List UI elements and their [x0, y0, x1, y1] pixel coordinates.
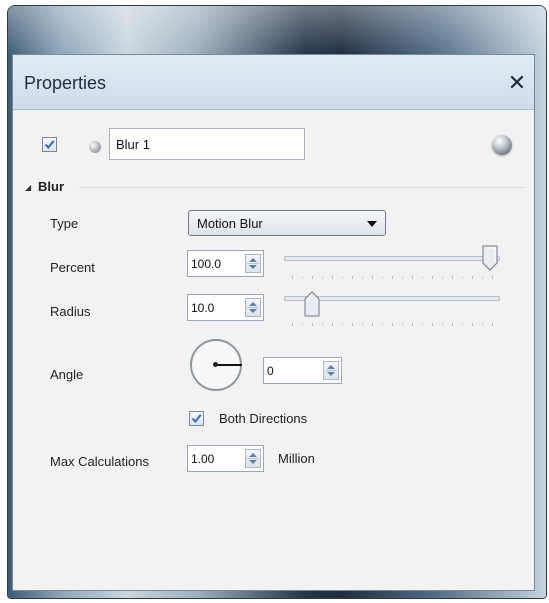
- triangle-expanded-icon[interactable]: ◢: [25, 183, 31, 192]
- slider-tick: [332, 276, 333, 279]
- slider-tick: [292, 276, 293, 279]
- type-label: Type: [50, 216, 79, 231]
- section-title[interactable]: Blur: [38, 179, 64, 194]
- checkmark-icon: [191, 414, 202, 424]
- slider-tick: [482, 323, 483, 326]
- slider-tick: [332, 323, 333, 326]
- spin-down-icon[interactable]: [249, 309, 257, 313]
- properties-panel: Properties ✕ Blur 1 ◢ Blur Type Motion B…: [12, 54, 535, 591]
- slider-tick: [402, 276, 403, 279]
- max-calculations-spinner[interactable]: [245, 449, 261, 468]
- slider-tick: [392, 276, 393, 279]
- percent-input[interactable]: 100.0: [187, 250, 264, 277]
- spinner-divider: [325, 370, 337, 371]
- slider-tick: [492, 276, 493, 279]
- slider-tick: [342, 323, 343, 326]
- slider-tick: [452, 276, 453, 279]
- spin-down-icon[interactable]: [249, 265, 257, 269]
- slider-tick: [452, 323, 453, 326]
- radius-input[interactable]: 10.0: [187, 294, 264, 321]
- slider-tick: [362, 323, 363, 326]
- slider-tick: [362, 276, 363, 279]
- radius-slider-thumb[interactable]: [304, 291, 320, 317]
- sphere-icon: [89, 141, 101, 153]
- panel-title: Properties: [24, 73, 107, 93]
- slider-tick: [392, 323, 393, 326]
- slider-tick: [422, 276, 423, 279]
- angle-dial-center: [213, 362, 218, 367]
- percent-slider-thumb[interactable]: [482, 245, 498, 271]
- max-calculations-label: Max Calculations: [50, 454, 149, 469]
- type-dropdown[interactable]: Motion Blur: [188, 210, 386, 236]
- radius-slider-ticks: [292, 323, 493, 327]
- percent-slider-track[interactable]: [284, 256, 500, 261]
- dropdown-arrow-icon: [367, 221, 377, 227]
- radius-spinner[interactable]: [245, 298, 261, 317]
- spinner-divider: [247, 263, 259, 264]
- slider-tick: [382, 323, 383, 326]
- slider-tick: [462, 323, 463, 326]
- angle-dial-hand: [216, 364, 242, 366]
- slider-tick: [292, 323, 293, 326]
- angle-spinner[interactable]: [323, 361, 339, 380]
- slider-tick: [442, 276, 443, 279]
- panel-titlebar: Properties ✕: [13, 55, 534, 110]
- angle-label: Angle: [50, 367, 84, 382]
- slider-tick: [312, 323, 313, 326]
- radius-label: Radius: [50, 304, 91, 319]
- slider-tick: [412, 323, 413, 326]
- slider-tick: [412, 276, 413, 279]
- slider-tick: [302, 323, 303, 326]
- slider-tick: [322, 323, 323, 326]
- both-directions-checkbox[interactable]: [189, 411, 204, 426]
- type-value: Motion Blur: [197, 216, 263, 231]
- slider-tick: [442, 323, 443, 326]
- angle-value: 0: [267, 364, 274, 378]
- percent-slider-ticks: [292, 276, 493, 280]
- slider-tick: [492, 323, 493, 326]
- slider-tick: [302, 276, 303, 279]
- angle-dial[interactable]: [190, 339, 242, 391]
- section-divider: [79, 187, 526, 188]
- slider-tick: [372, 276, 373, 279]
- layer-enabled-checkbox[interactable]: [42, 137, 57, 152]
- slider-tick: [342, 276, 343, 279]
- slider-tick: [422, 323, 423, 326]
- spinner-divider: [247, 307, 259, 308]
- radius-value: 10.0: [191, 301, 215, 315]
- slider-tick: [402, 323, 403, 326]
- sphere-icon[interactable]: [492, 135, 512, 155]
- layer-name-input[interactable]: Blur 1: [109, 128, 305, 160]
- percent-label: Percent: [50, 260, 95, 275]
- spin-down-icon[interactable]: [249, 460, 257, 464]
- slider-tick: [372, 323, 373, 326]
- slider-tick: [482, 276, 483, 279]
- spin-down-icon[interactable]: [327, 372, 335, 376]
- spin-up-icon[interactable]: [249, 302, 257, 306]
- max-calculations-value: 1.00: [191, 452, 215, 466]
- slider-tick: [312, 276, 313, 279]
- slider-tick: [352, 323, 353, 326]
- both-directions-label[interactable]: Both Directions: [219, 411, 307, 426]
- checkmark-icon: [44, 140, 55, 150]
- slider-tick: [472, 323, 473, 326]
- close-icon[interactable]: ✕: [506, 72, 528, 94]
- layer-name-value: Blur 1: [116, 137, 150, 152]
- max-calculations-unit: Million: [278, 451, 315, 466]
- slider-tick: [432, 276, 433, 279]
- spinner-divider: [247, 458, 259, 459]
- slider-tick: [352, 276, 353, 279]
- spin-up-icon[interactable]: [249, 258, 257, 262]
- slider-tick: [432, 323, 433, 326]
- slider-tick: [462, 276, 463, 279]
- slider-tick: [472, 276, 473, 279]
- slider-tick: [322, 276, 323, 279]
- max-calculations-input[interactable]: 1.00: [187, 445, 264, 472]
- angle-input[interactable]: 0: [263, 357, 342, 384]
- spin-up-icon[interactable]: [249, 453, 257, 457]
- percent-value: 100.0: [191, 257, 222, 271]
- percent-spinner[interactable]: [245, 254, 261, 273]
- slider-tick: [382, 276, 383, 279]
- spin-up-icon[interactable]: [327, 365, 335, 369]
